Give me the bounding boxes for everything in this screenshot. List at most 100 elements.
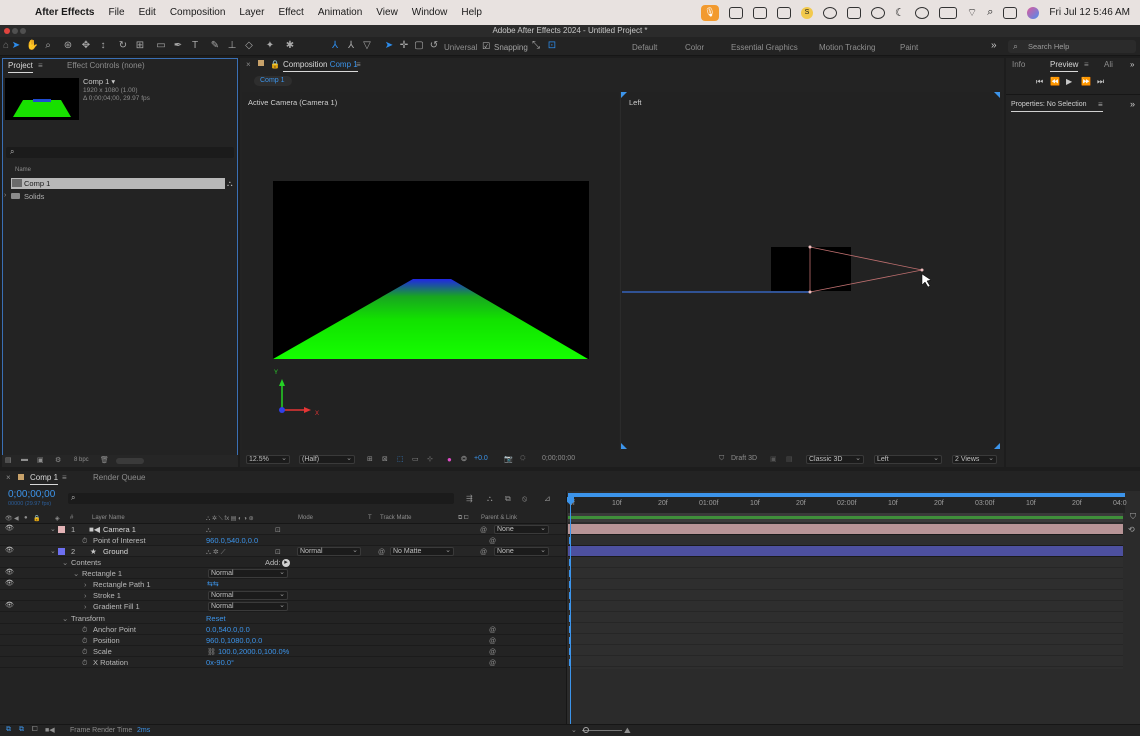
visibility-eye-icon[interactable]: 👁 xyxy=(5,602,14,609)
col-audio-icon[interactable]: ◀ xyxy=(14,515,19,522)
previous-frame-icon[interactable]: ⏪ xyxy=(1050,77,1060,86)
workspace-paint[interactable]: Paint xyxy=(900,43,918,52)
menu-help[interactable]: Help xyxy=(461,7,482,18)
toggle-mask-icon[interactable]: ▭ xyxy=(412,455,419,463)
grid-guides-icon[interactable]: ⊹ xyxy=(427,455,433,463)
zoom-in-icon[interactable]: ⛰ xyxy=(624,726,631,736)
eraser-tool-icon[interactable]: ◇ xyxy=(243,40,255,52)
menu-view[interactable]: View xyxy=(376,7,398,18)
layer-collapse-icon[interactable]: ⌄ xyxy=(50,524,56,535)
properties-menu-icon[interactable]: ≡ xyxy=(1098,100,1103,109)
visibility-eye-icon[interactable]: 👁 xyxy=(5,569,14,576)
universal-scale-icon[interactable]: ▢ xyxy=(413,40,425,52)
in-out-toggle-icon[interactable]: ⧠ xyxy=(32,726,38,734)
timeline-timecode[interactable]: 0;00;00;00 xyxy=(8,489,55,500)
tab-align[interactable]: Ali xyxy=(1104,60,1113,69)
project-comp-name[interactable]: Comp 1 ▾ xyxy=(83,77,115,86)
tab-project[interactable]: Project xyxy=(8,61,33,73)
menu-composition[interactable]: Composition xyxy=(170,7,226,18)
puppet-pin-tool-icon[interactable]: ✱ xyxy=(284,40,296,52)
play-pause-icon[interactable]: ▶ xyxy=(1066,77,1072,86)
transparency-grid-icon[interactable]: ⊠ xyxy=(382,455,388,463)
viewer-timecode[interactable]: 0;00;00;00 xyxy=(542,455,575,462)
new-folder-icon[interactable]: ▬ xyxy=(21,456,28,463)
prop-rectangle1[interactable]: 👁 ⌄ Rectangle 1 Normal xyxy=(0,568,566,579)
comp-frame[interactable] xyxy=(273,181,589,359)
project-col-name[interactable]: Name xyxy=(15,167,31,173)
type-tool-icon[interactable]: T xyxy=(189,40,201,52)
snapshot-icon[interactable]: 📷 xyxy=(504,455,513,463)
parent-dropdown[interactable]: None xyxy=(494,547,549,556)
project-item-solids[interactable]: › Solids xyxy=(4,191,224,202)
project-zoom-slider[interactable] xyxy=(116,458,144,464)
prop-value[interactable]: 960.0,540.0,0.0 xyxy=(206,535,258,546)
tab-composition[interactable]: Composition Comp 1 xyxy=(283,60,358,72)
snapping-options-icon[interactable]: ⤡ xyxy=(530,40,542,52)
col-parent[interactable]: Parent & Link xyxy=(481,515,517,521)
selection-tool-icon[interactable]: ➤ xyxy=(10,40,22,52)
timer-icon[interactable] xyxy=(914,6,929,19)
moon-icon[interactable]: ☾ xyxy=(895,6,905,19)
col-solo-icon[interactable]: ● xyxy=(24,515,28,521)
shy-layers-icon[interactable]: ⧉ xyxy=(505,494,511,504)
view-layout-dropdown[interactable]: 2 Views xyxy=(952,455,997,464)
comp-breadcrumb[interactable]: Comp 1 xyxy=(254,76,292,86)
resolution-dropdown[interactable]: (Half) xyxy=(299,455,355,464)
col-matte-icons[interactable]: ⧉ ⧠ xyxy=(458,515,468,522)
col-lock-icon[interactable]: 🔒 xyxy=(33,515,40,522)
flowchart-icon[interactable]: ⛬ xyxy=(227,179,233,189)
orbit-camera-tool-icon[interactable]: ⊛ xyxy=(62,40,74,52)
reset-exposure-icon[interactable]: ❂ xyxy=(461,455,467,463)
ground-duration-bar[interactable] xyxy=(568,546,1123,557)
info-panel-more-icon[interactable]: » xyxy=(1130,60,1134,69)
work-area-range[interactable] xyxy=(568,516,1123,519)
prop-rectangle-path1[interactable]: 👁 › Rectangle Path 1 ⇆⇆ xyxy=(0,579,566,590)
stroke1-expand-icon[interactable]: › xyxy=(84,590,87,601)
render-time-toggle-icon[interactable]: ⧉ xyxy=(6,726,11,734)
folder-expand-icon[interactable]: › xyxy=(4,192,6,199)
menu-window[interactable]: Window xyxy=(412,7,448,18)
show-snapshot-icon[interactable]: ⛭ xyxy=(520,455,526,463)
col-t[interactable]: T xyxy=(368,515,372,521)
close-timeline-tab-icon[interactable]: × xyxy=(6,473,11,482)
comp-lock-icon[interactable]: 🔒 xyxy=(270,60,280,69)
local-axis-mode-icon[interactable]: ⅄ xyxy=(329,40,341,52)
status-icon-3[interactable] xyxy=(777,6,792,19)
frame-blending-icon[interactable]: ⦸ xyxy=(522,494,527,504)
draft-3d-label[interactable]: Draft 3D xyxy=(731,455,757,462)
col-track-matte[interactable]: Track Matte xyxy=(380,515,411,521)
stroke1-blend-dropdown[interactable]: Normal xyxy=(208,591,288,600)
expression-pickwhip-icon[interactable]: @ xyxy=(489,658,496,669)
bpc-label[interactable]: 8 bpc xyxy=(74,457,89,463)
control-center-icon[interactable] xyxy=(1003,6,1018,19)
prop-value[interactable]: 0x-90.0° xyxy=(206,657,234,668)
parent-dropdown[interactable]: None xyxy=(494,525,549,534)
track-matte-dropdown[interactable]: No Matte xyxy=(390,547,454,556)
stopwatch-icon[interactable]: ⏱ xyxy=(82,658,87,669)
comp-marker-bin-icon[interactable]: ⛉ xyxy=(1130,512,1136,522)
rectangle1-blend-dropdown[interactable]: Normal xyxy=(208,569,288,578)
visibility-eye-icon[interactable]: 👁 xyxy=(5,525,14,532)
transfer-controls-toggle-icon[interactable]: ⧉ xyxy=(19,726,24,734)
project-item-comp1[interactable]: Comp 1 xyxy=(11,178,225,189)
siri-icon[interactable] xyxy=(1027,6,1040,19)
roto-brush-tool-icon[interactable]: ✦ xyxy=(264,40,276,52)
interpret-footage-icon[interactable]: ▤ xyxy=(5,456,12,464)
search-icon[interactable]: ⌕ xyxy=(987,6,993,19)
draft-3d-icon[interactable]: ⛉ xyxy=(719,455,724,463)
tab-timeline-comp1[interactable]: Comp 1 xyxy=(30,473,59,485)
prop-anchor-point[interactable]: ⏱ Anchor Point 0.0,540.0,0.0 @ xyxy=(0,624,566,635)
status-icon-1[interactable] xyxy=(729,6,744,19)
path-direction-icon[interactable]: ⇆⇆ xyxy=(207,579,219,590)
contents-expand-icon[interactable]: ⌄ xyxy=(62,557,68,568)
rectangle-path1-expand-icon[interactable]: › xyxy=(84,579,87,590)
prop-stroke1[interactable]: › Stroke 1 Normal xyxy=(0,590,566,601)
rotation-tool-icon[interactable]: ↻ xyxy=(117,40,129,52)
workspace-essential-graphics[interactable]: Essential Graphics xyxy=(731,43,798,52)
workspace-motion-tracking[interactable]: Motion Tracking xyxy=(819,43,875,52)
project-panel-menu-icon[interactable]: ≡ xyxy=(38,61,43,70)
world-axis-mode-icon[interactable]: ⅄ xyxy=(345,40,357,52)
universal-rotate-icon[interactable]: ↺ xyxy=(428,40,440,52)
prop-contents[interactable]: ⌄ Contents Add: ▸ xyxy=(0,557,566,568)
next-frame-icon[interactable]: ⏩ xyxy=(1081,77,1091,86)
